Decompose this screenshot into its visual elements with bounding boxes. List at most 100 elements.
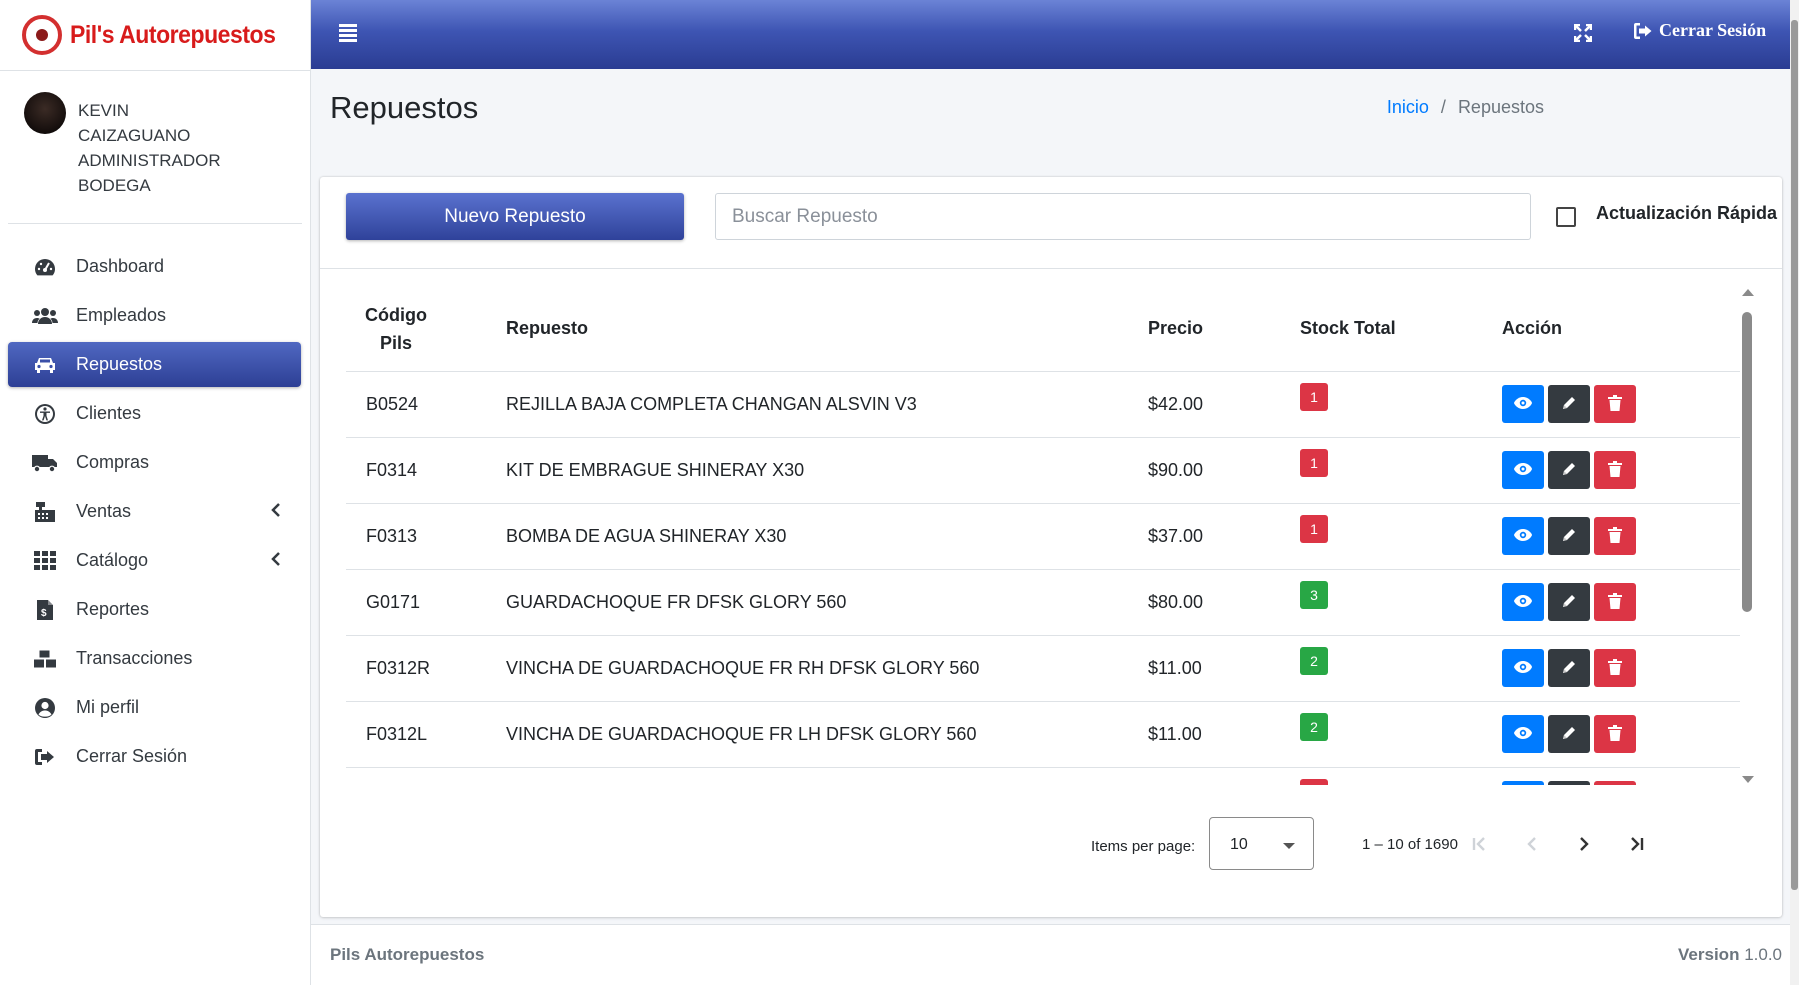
cell-precio: $80.00 (1148, 569, 1300, 636)
delete-button[interactable] (1594, 649, 1636, 687)
chevron-right-icon (1580, 837, 1589, 851)
cell-codigo: F0314 (346, 437, 506, 504)
table-row[interactable]: F0314 KIT DE EMBRAGUE SHINERAY X30 $90.00 1 (346, 437, 1740, 504)
page-scrollbar[interactable] (1790, 0, 1799, 985)
grid-icon (32, 550, 58, 572)
view-button[interactable] (1502, 451, 1544, 489)
column-header-precio[interactable]: Precio (1148, 287, 1300, 372)
user-name-line: KEVIN (78, 101, 130, 120)
sidebar-item-label: Catálogo (76, 550, 149, 570)
delete-button[interactable] (1594, 451, 1636, 489)
sidebar-item-clientes[interactable]: Clientes (8, 391, 301, 436)
cell-precio: $42.00 (1148, 371, 1300, 438)
sidebar-item-cerrar-sesion[interactable]: Cerrar Sesión (8, 734, 301, 779)
cell-stock: 3 (1300, 569, 1502, 636)
quick-update-checkbox[interactable] (1556, 207, 1576, 227)
pencil-icon (1561, 593, 1577, 612)
brand[interactable]: Pil's Autorepuestos (0, 0, 310, 71)
card-toolbar: Nuevo Repuesto Actualización Rápida (320, 177, 1782, 269)
sign-out-icon (32, 746, 58, 768)
sidebar-item-compras[interactable]: Compras (8, 440, 301, 485)
edit-button[interactable] (1548, 385, 1590, 423)
trash-icon (1608, 526, 1622, 546)
delete-button[interactable] (1594, 385, 1636, 423)
previous-page-button[interactable] (1518, 830, 1546, 858)
sidebar-item-label: Dashboard (76, 256, 165, 276)
eye-icon (1513, 594, 1533, 611)
header-logout-button[interactable]: Cerrar Sesión (1633, 20, 1766, 41)
new-repuesto-button[interactable]: Nuevo Repuesto (346, 193, 684, 240)
edit-button[interactable] (1548, 715, 1590, 753)
last-page-button[interactable] (1622, 830, 1650, 858)
sidebar-item-transacciones[interactable]: Transacciones (8, 636, 301, 681)
table-row[interactable]: G0171 GUARDACHOQUE FR DFSK GLORY 560 $80.0… (346, 569, 1740, 636)
edit-button[interactable] (1548, 451, 1590, 489)
sidebar-item-reportes[interactable]: $ Reportes (8, 587, 301, 632)
first-page-button[interactable] (1466, 830, 1494, 858)
table-row[interactable]: F0313 BOMBA DE AGUA SHINERAY X30 $37.00 1 (346, 503, 1740, 570)
edit-button[interactable] (1548, 583, 1590, 621)
scroll-down-arrow-icon[interactable] (1742, 776, 1754, 783)
edit-button[interactable] (1548, 517, 1590, 555)
delete-button[interactable] (1594, 715, 1636, 753)
hamburger-menu-icon[interactable] (339, 24, 357, 42)
sidebar-item-ventas[interactable]: Ventas (8, 489, 301, 534)
chevron-left-icon[interactable] (271, 500, 281, 523)
next-page-button[interactable] (1570, 830, 1598, 858)
cell-precio: $37.00 (1148, 503, 1300, 570)
table-row[interactable]: F0405MASCARILLA FR CHANGAN ALSVIN V3$186… (346, 767, 1740, 785)
breadcrumb-home-link[interactable]: Inicio (1387, 97, 1429, 118)
table-row[interactable]: F0312R VINCHA DE GUARDACHOQUE FR RH DFSK … (346, 635, 1740, 702)
sidebar-item-dashboard[interactable]: Dashboard (8, 244, 301, 289)
sidebar-item-label: Empleados (76, 305, 167, 325)
view-button[interactable] (1502, 715, 1544, 753)
scrollbar-thumb[interactable] (1742, 312, 1752, 612)
delete-button[interactable] (1594, 781, 1636, 785)
search-input[interactable] (715, 193, 1531, 240)
user-circle-icon (32, 697, 58, 719)
view-button[interactable] (1502, 517, 1544, 555)
cell-stock: 1 (1300, 503, 1502, 570)
pencil-icon (1561, 527, 1577, 546)
column-header-repuesto[interactable]: Repuesto (506, 287, 1148, 372)
column-header-codigo[interactable]: Código Pils (346, 287, 506, 372)
trash-icon (1608, 394, 1622, 414)
sidebar-item-mi-perfil[interactable]: Mi perfil (8, 685, 301, 730)
items-per-page-select[interactable]: 10 (1209, 817, 1314, 870)
top-navbar: Cerrar Sesión (311, 0, 1799, 69)
sidebar-item-catalogo[interactable]: Catálogo (8, 538, 301, 583)
column-header-stock[interactable]: Stock Total (1300, 287, 1502, 372)
avatar[interactable] (24, 92, 66, 134)
page-scrollbar-thumb[interactable] (1791, 20, 1798, 890)
table-scrollbar[interactable] (1740, 287, 1754, 785)
view-button[interactable] (1502, 385, 1544, 423)
footer: Pils Autorepuestos Version 1.0.0 (311, 924, 1799, 985)
user-info[interactable]: KEVIN CAIZAGUANO ADMINISTRADOR BODEGA (78, 98, 221, 223)
edit-button[interactable] (1548, 781, 1590, 785)
view-button[interactable] (1502, 781, 1544, 785)
edit-button[interactable] (1548, 649, 1590, 687)
scroll-up-arrow-icon[interactable] (1742, 289, 1754, 296)
chevron-left-icon (1527, 837, 1536, 851)
eye-icon (1513, 660, 1533, 677)
sidebar-item-repuestos[interactable]: Repuestos (8, 342, 301, 387)
table-row[interactable]: F0312L VINCHA DE GUARDACHOQUE FR LH DFSK … (346, 701, 1740, 768)
items-per-page-value: 10 (1230, 836, 1248, 853)
pencil-icon (1561, 395, 1577, 414)
boxes-icon (32, 648, 58, 670)
delete-button[interactable] (1594, 583, 1636, 621)
sidebar-item-empleados[interactable]: Empleados (8, 293, 301, 338)
table-row[interactable]: B0524 REJILLA BAJA COMPLETA CHANGAN ALSVI… (346, 371, 1740, 438)
chevron-left-icon[interactable] (271, 549, 281, 572)
fullscreen-icon[interactable] (1573, 23, 1593, 43)
quick-update-label[interactable]: Actualización Rápida (1596, 203, 1777, 224)
delete-button[interactable] (1594, 517, 1636, 555)
cell-precio: $11.00 (1148, 701, 1300, 768)
cell-codigo: F0405 (346, 767, 506, 785)
cell-precio: $90.00 (1148, 437, 1300, 504)
view-button[interactable] (1502, 583, 1544, 621)
cell-precio: $11.00 (1148, 635, 1300, 702)
eye-icon (1513, 462, 1533, 479)
view-button[interactable] (1502, 649, 1544, 687)
stock-badge: 1 (1300, 515, 1328, 543)
